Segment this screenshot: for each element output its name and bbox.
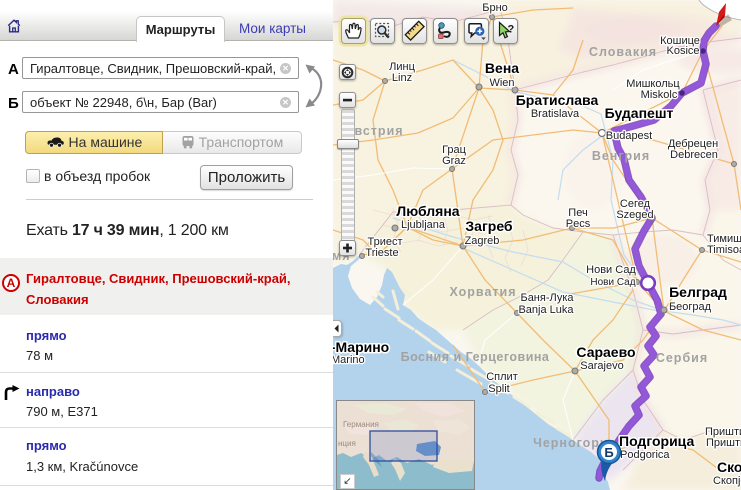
svg-text:Вена: Вена [485, 60, 519, 76]
svg-text:-Марино: -Марино [333, 339, 389, 355]
svg-text:Любляна: Любляна [396, 203, 459, 219]
svg-text:Podgorica: Podgorica [620, 449, 670, 461]
svg-text:Debrecen: Debrecen [670, 149, 718, 161]
svg-text:Zagreb: Zagreb [465, 235, 500, 247]
svg-text:Словакия: Словакия [589, 45, 657, 59]
svg-text:Сараево: Сараево [576, 344, 635, 360]
svg-text:Подгорица: Подгорица [619, 433, 694, 449]
svg-text:Загреб: Загреб [465, 218, 513, 234]
svg-text:Б: Б [604, 445, 613, 460]
svg-text:Split: Split [488, 383, 509, 395]
svg-text:Белград: Белград [669, 284, 727, 300]
svg-text:Будапешт: Будапешт [605, 105, 674, 121]
svg-text:Sarajevo: Sarajevo [580, 360, 623, 372]
svg-text:Нови Сад: Нови Сад [590, 277, 635, 288]
svg-text:Београд: Београд [669, 301, 712, 313]
svg-text:Miskolc: Miskolc [641, 89, 678, 101]
svg-text:Приштин: Приштин [706, 437, 741, 449]
svg-text:Братислава: Братислава [516, 92, 599, 108]
svg-text:?: ? [507, 24, 514, 36]
svg-text:Wien: Wien [489, 77, 514, 89]
svg-text:Pecs: Pecs [566, 218, 591, 230]
svg-text:Budapest: Budapest [606, 130, 652, 142]
svg-text:Timisoara: Timisoara [707, 244, 741, 256]
svg-text:Kosice: Kosice [666, 45, 699, 57]
svg-text:Баня-Лука: Баня-Лука [520, 292, 574, 304]
svg-text:Marino: Marino [333, 354, 365, 366]
svg-text:Скопье: Скопье [717, 459, 741, 475]
svg-text:Брно: Брно [482, 2, 508, 14]
svg-text:Босния и Герцеговина: Босния и Герцеговина [401, 350, 550, 364]
svg-text:Szeged: Szeged [616, 209, 653, 221]
svg-text:Banja Luka: Banja Luka [518, 304, 574, 316]
svg-text:Linz: Linz [392, 72, 412, 84]
svg-text:Сербия: Сербия [656, 351, 708, 365]
svg-text:Graz: Graz [442, 155, 466, 167]
svg-text:Хорватия: Хорватия [449, 285, 516, 299]
svg-text:нция: нция [338, 439, 356, 448]
svg-text:Венгрия: Венгрия [592, 149, 650, 163]
svg-text:Скопje: Скопje [713, 475, 741, 487]
svg-text:Германия: Германия [343, 420, 379, 429]
svg-text:Trieste: Trieste [365, 247, 398, 259]
svg-text:Сплит: Сплит [486, 371, 518, 383]
svg-text:Нови Сад: Нови Сад [586, 264, 636, 276]
svg-text:Ljubljana: Ljubljana [401, 219, 446, 231]
svg-text:Bratislava: Bratislava [531, 108, 580, 120]
